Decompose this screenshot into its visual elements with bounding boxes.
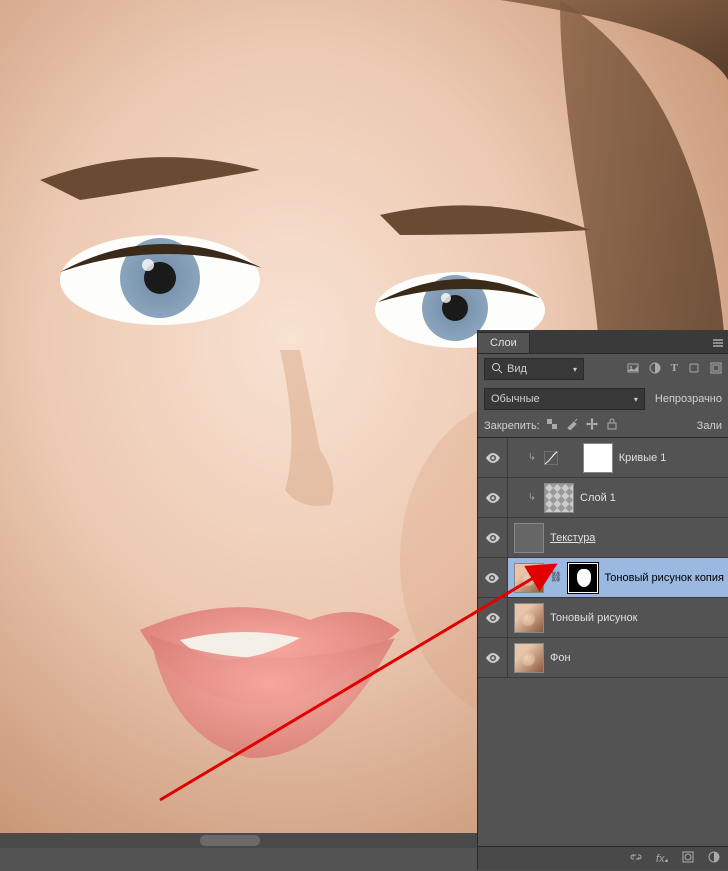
- clip-indicator-icon: ↳: [526, 452, 538, 463]
- adjustment-icon[interactable]: [649, 362, 661, 377]
- curves-adjustment-icon: [544, 451, 558, 465]
- layer-row-texture[interactable]: Текстура: [478, 518, 728, 558]
- image-icon[interactable]: [627, 362, 639, 377]
- layer-thumbnail[interactable]: [514, 563, 544, 593]
- layer-name[interactable]: Фон: [550, 652, 571, 664]
- smartobject-icon[interactable]: [710, 362, 722, 377]
- chevron-down-icon: ▾: [573, 365, 577, 374]
- layer-row-tonal-copy[interactable]: ⛓ Тоновый рисунок копия: [478, 558, 728, 598]
- fx-icon[interactable]: fx▴: [656, 853, 668, 865]
- new-adjustment-icon[interactable]: [708, 851, 720, 866]
- link-layers-icon[interactable]: [630, 851, 642, 866]
- layers-bottom-toolbar: fx▴: [478, 846, 728, 870]
- panel-tab-bar: Слои: [478, 330, 728, 354]
- visibility-toggle[interactable]: [478, 518, 508, 557]
- visibility-toggle[interactable]: [478, 598, 508, 637]
- link-icon[interactable]: ⛓: [564, 452, 577, 463]
- layer-filter-dropdown[interactable]: Вид ▾: [484, 358, 584, 380]
- filter-row: Вид ▾ T: [478, 354, 728, 384]
- visibility-toggle[interactable]: [478, 638, 508, 677]
- layer-name[interactable]: Тоновый рисунок: [550, 612, 637, 624]
- layer-list: ↳ ⛓ Кривые 1 ↳ Слой 1: [478, 437, 728, 678]
- layers-panel: Слои Вид ▾ T Обычные ▾ Непрозрач: [477, 330, 728, 870]
- horizontal-scrollbar[interactable]: [0, 833, 477, 848]
- move-icon[interactable]: [586, 418, 598, 433]
- lock-row: Закрепить: Зали: [478, 414, 728, 437]
- tab-layers[interactable]: Слои: [478, 332, 530, 353]
- shape-icon[interactable]: [688, 362, 700, 377]
- layer-mask-thumbnail[interactable]: [568, 563, 598, 593]
- filter-type-label: Вид: [507, 363, 527, 375]
- fill-label: Зали: [697, 420, 722, 432]
- clip-indicator-icon: ↳: [526, 492, 538, 503]
- scrollbar-thumb[interactable]: [200, 835, 260, 846]
- layer-mask-thumbnail[interactable]: [583, 443, 613, 473]
- layer-name[interactable]: Текстура: [550, 532, 595, 544]
- layer-name[interactable]: Тоновый рисунок копия: [604, 572, 724, 584]
- type-icon[interactable]: T: [671, 362, 678, 377]
- layer-thumbnail[interactable]: [514, 523, 544, 553]
- blend-row: Обычные ▾ Непрозрачно: [478, 384, 728, 414]
- layer-row-tonal[interactable]: Тоновый рисунок: [478, 598, 728, 638]
- search-icon: [491, 362, 503, 377]
- layer-thumbnail[interactable]: [544, 483, 574, 513]
- layer-name[interactable]: Кривые 1: [619, 452, 667, 464]
- lock-label: Закрепить:: [484, 420, 540, 432]
- visibility-toggle[interactable]: [478, 438, 508, 477]
- layer-thumbnail[interactable]: [514, 643, 544, 673]
- add-mask-icon[interactable]: [682, 851, 694, 866]
- blend-mode-value: Обычные: [491, 393, 540, 405]
- brush-lock-icon[interactable]: [566, 418, 578, 433]
- blend-mode-dropdown[interactable]: Обычные ▾: [484, 388, 645, 410]
- chevron-down-icon: ▾: [634, 395, 638, 404]
- layer-row-curves[interactable]: ↳ ⛓ Кривые 1: [478, 438, 728, 478]
- layer-row-layer1[interactable]: ↳ Слой 1: [478, 478, 728, 518]
- layer-thumbnail[interactable]: [514, 603, 544, 633]
- opacity-label: Непрозрачно: [655, 393, 722, 405]
- visibility-toggle[interactable]: [478, 558, 508, 597]
- filter-icons: T: [627, 362, 722, 377]
- lock-icon[interactable]: [606, 418, 618, 433]
- pixels-lock-icon[interactable]: [546, 418, 558, 433]
- visibility-toggle[interactable]: [478, 478, 508, 517]
- layer-row-background[interactable]: Фон: [478, 638, 728, 678]
- panel-menu-icon[interactable]: [708, 333, 728, 353]
- link-icon[interactable]: ⛓: [550, 572, 563, 583]
- layer-name[interactable]: Слой 1: [580, 492, 616, 504]
